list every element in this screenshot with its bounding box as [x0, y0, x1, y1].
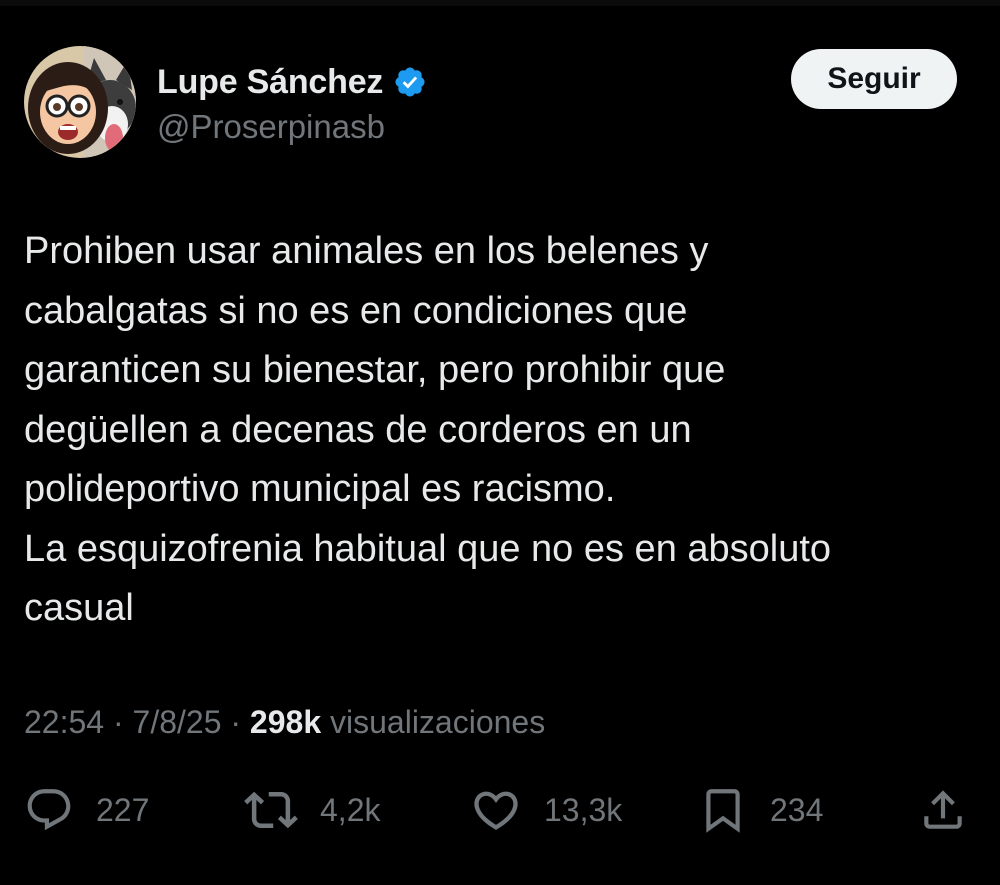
top-status-strip [0, 0, 1000, 6]
reply-icon [24, 785, 74, 835]
retweet-count: 4,2k [320, 791, 381, 828]
bookmark-icon [698, 785, 748, 835]
tweet-time[interactable]: 22:54 [24, 704, 104, 740]
heart-icon [470, 784, 522, 836]
bookmark-count: 234 [770, 791, 824, 828]
meta-separator: · [112, 704, 124, 740]
views-count[interactable]: 298k [250, 704, 321, 740]
share-button[interactable] [918, 780, 968, 840]
tweet-text: Prohiben usar animales en los belenes y … [24, 222, 974, 639]
tweet-text-line: cabalgatas si no es en condiciones que [24, 289, 688, 332]
avatar-image [24, 46, 136, 158]
tweet-text-line: La esquizofrenia habitual que no es en a… [24, 527, 832, 570]
author-handle[interactable]: @Proserpinasb [157, 108, 385, 146]
author-name-row: Lupe Sánchez [157, 60, 427, 104]
like-button[interactable]: 13,3k [470, 780, 622, 840]
reply-button[interactable]: 227 [24, 780, 149, 840]
tweet-date[interactable]: 7/8/25 [133, 704, 222, 740]
like-count: 13,3k [544, 791, 623, 828]
tweet-meta: 22:54 · 7/8/25 · 298k visualizaciones [24, 698, 545, 746]
tweet-text-line: degüellen a decenas de corderos en un [24, 408, 692, 451]
bookmark-button[interactable]: 234 [698, 780, 823, 840]
tweet-text-line: garanticen su bienestar, pero prohibir q… [24, 349, 726, 391]
tweet-text-line: polideportivo municipal es racismo. [24, 468, 616, 510]
tweet-text-line: Prohiben usar animales en los belenes y [24, 230, 709, 272]
retweet-icon [244, 783, 298, 837]
author-display-name[interactable]: Lupe Sánchez [157, 63, 383, 102]
tweet-action-bar: 227 4,2k 13,3k 234 [0, 780, 1000, 840]
reply-count: 227 [96, 791, 150, 828]
retweet-button[interactable]: 4,2k [244, 780, 380, 840]
meta-separator: · [230, 704, 242, 740]
views-label: visualizaciones [330, 704, 546, 740]
avatar[interactable] [24, 46, 136, 158]
tweet-text-line: casual [24, 587, 134, 629]
follow-button[interactable]: Seguir [791, 49, 957, 109]
share-icon [918, 785, 968, 835]
verified-badge-icon[interactable] [393, 65, 427, 99]
